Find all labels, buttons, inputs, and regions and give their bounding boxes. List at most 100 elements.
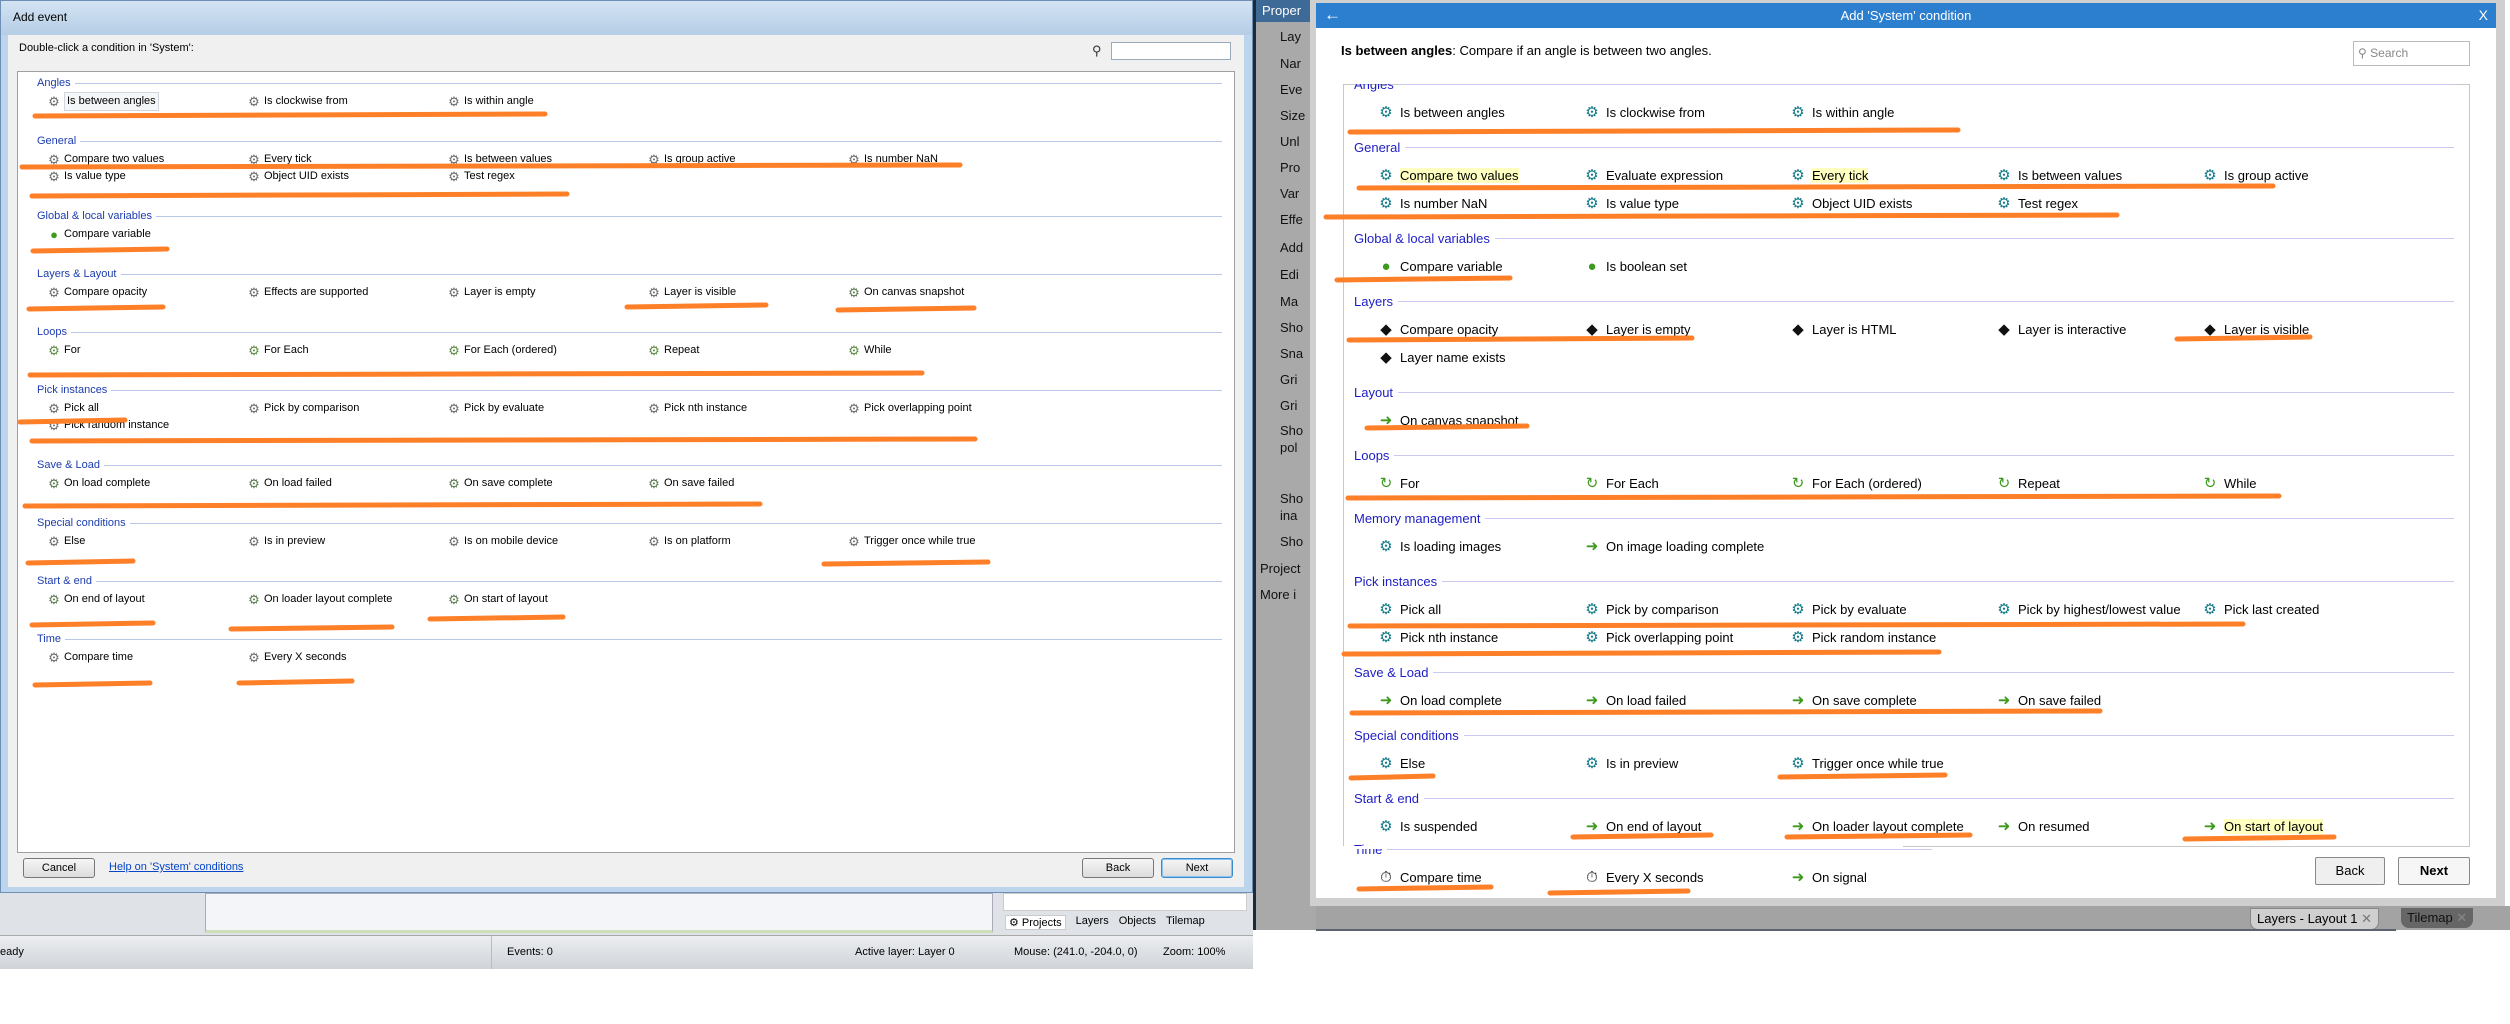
condition-item[interactable]: ➜ On resumed <box>1996 812 2202 840</box>
condition-item[interactable]: ➜ On loader layout complete <box>1790 812 1996 840</box>
condition-item[interactable]: ⚙ Is suspended <box>1378 812 1584 840</box>
condition-item[interactable]: ⚙ Is between angles <box>47 92 247 111</box>
condition-item[interactable]: ↻ Repeat <box>1996 469 2202 497</box>
condition-item[interactable]: ⚙ Test regex <box>1996 189 2202 217</box>
condition-item[interactable]: ⚙ Compare two values <box>1378 161 1584 189</box>
condition-item[interactable]: ⚙ Pick random instance <box>1790 623 1996 651</box>
condition-item[interactable]: ➜ On signal <box>1790 863 1996 891</box>
condition-item[interactable]: ⚙ Pick all <box>1378 595 1584 623</box>
condition-item[interactable]: ● Is boolean set <box>1584 252 1790 280</box>
condition-item[interactable]: ⚙ Pick by comparison <box>1584 595 1790 623</box>
condition-item[interactable]: ⏱ Every X seconds <box>1584 863 1790 891</box>
condition-item[interactable]: ◆ Layer is empty <box>1584 315 1790 343</box>
close-icon[interactable]: X <box>2479 7 2488 23</box>
condition-item[interactable]: ◆ Layer name exists <box>1378 343 1584 371</box>
back-button[interactable]: Back <box>2315 857 2385 885</box>
condition-item[interactable]: ◆ Compare opacity <box>1378 315 1584 343</box>
condition-item[interactable]: ⚙ Is value type <box>47 168 247 185</box>
condition-item[interactable]: ⚙ Pick last created <box>2202 595 2408 623</box>
condition-item[interactable]: ⚙ Trigger once while true <box>847 533 1047 550</box>
condition-item[interactable]: ⚙ Every tick <box>1790 161 1996 189</box>
condition-item[interactable]: ⚙ Pick overlapping point <box>847 400 1047 417</box>
condition-item[interactable]: ↻ For Each (ordered) <box>1790 469 1996 497</box>
condition-item[interactable]: ↻ For <box>1378 469 1584 497</box>
condition-item[interactable]: ⚙ Compare opacity <box>47 284 247 301</box>
condition-item[interactable]: ◆ Layer is HTML <box>1790 315 1996 343</box>
condition-item[interactable]: ⚙ Compare time <box>47 649 247 666</box>
condition-item[interactable]: ⚙ Pick all <box>47 400 247 417</box>
condition-item[interactable]: ⚙ Is group active <box>647 151 847 168</box>
tab-layers-layout[interactable]: Layers - Layout 1 ✕ <box>2250 908 2379 930</box>
condition-item[interactable]: ⚙ Else <box>1378 749 1584 777</box>
condition-item[interactable]: ⚙ Pick nth instance <box>647 400 847 417</box>
condition-item[interactable]: ➜ On save failed <box>1996 686 2202 714</box>
condition-item[interactable]: ➜ On start of layout <box>2202 812 2408 840</box>
condition-item[interactable]: ⚙ Compare two values <box>47 151 247 168</box>
condition-item[interactable]: ↻ While <box>2202 469 2408 497</box>
condition-item[interactable]: ⚙ Is clockwise from <box>1584 98 1790 126</box>
condition-item[interactable]: ⚙ Is within angle <box>1790 98 1996 126</box>
condition-item[interactable]: ● Compare variable <box>1378 252 1584 280</box>
condition-item[interactable]: ⚙ On save complete <box>447 475 647 492</box>
condition-item[interactable]: ◆ Layer is visible <box>2202 315 2408 343</box>
tab-objects[interactable]: Objects <box>1119 915 1156 930</box>
cancel-button[interactable]: Cancel <box>23 858 95 878</box>
next-button[interactable]: Next <box>1161 858 1233 878</box>
back-button[interactable]: Back <box>1082 858 1154 878</box>
condition-item[interactable]: ⚙ Else <box>47 533 247 550</box>
condition-item[interactable]: ➜ On image loading complete <box>1584 532 1790 560</box>
condition-item[interactable]: ↻ For Each <box>1584 469 1790 497</box>
condition-item[interactable]: ⚙ On load complete <box>47 475 247 492</box>
condition-item[interactable]: ➜ On end of layout <box>1584 812 1790 840</box>
condition-item[interactable]: ⚙ Is number NaN <box>1378 189 1584 217</box>
tab-tilemap[interactable]: Tilemap ✕ <box>2401 908 2474 928</box>
tab-layers[interactable]: Layers <box>1076 915 1109 930</box>
condition-item[interactable]: ➜ On load complete <box>1378 686 1584 714</box>
condition-item[interactable]: ⚙ Object UID exists <box>247 168 447 185</box>
condition-item[interactable]: ◆ Layer is interactive <box>1996 315 2202 343</box>
condition-item[interactable]: ⚙ Effects are supported <box>247 284 447 301</box>
condition-item[interactable]: ⚙ On start of layout <box>447 591 647 608</box>
condition-item[interactable]: ⚙ For Each (ordered) <box>447 342 647 359</box>
condition-item[interactable]: ⚙ While <box>847 342 1047 359</box>
condition-item[interactable]: ⚙ Evaluate expression <box>1584 161 1790 189</box>
condition-item[interactable]: ⚙ Is on platform <box>647 533 847 550</box>
condition-item[interactable]: ➜ On save complete <box>1790 686 1996 714</box>
condition-item[interactable]: ⚙ Layer is empty <box>447 284 647 301</box>
condition-item[interactable]: ⚙ Pick by comparison <box>247 400 447 417</box>
scrollbar[interactable]: ▲ ▼ <box>2482 85 2496 846</box>
condition-item[interactable]: ⚙ Is in preview <box>247 533 447 550</box>
next-button[interactable]: Next <box>2398 857 2470 885</box>
search-input[interactable]: ⚲ Search <box>2353 41 2470 66</box>
condition-item[interactable]: ⚙ On end of layout <box>47 591 247 608</box>
condition-item[interactable]: ⚙ Every tick <box>247 151 447 168</box>
condition-item[interactable]: ⚙ On save failed <box>647 475 847 492</box>
condition-item[interactable]: ⚙ On loader layout complete <box>247 591 447 608</box>
condition-item[interactable]: ⚙ Pick by highest/lowest value <box>1996 595 2202 623</box>
condition-item[interactable]: ⚙ Test regex <box>447 168 647 185</box>
condition-item[interactable]: ⚙ Is loading images <box>1378 532 1584 560</box>
scroll-down-icon[interactable]: ▼ <box>2485 831 2493 840</box>
condition-item[interactable]: ⚙ Is in preview <box>1584 749 1790 777</box>
condition-item[interactable]: ➜ On load failed <box>1584 686 1790 714</box>
tab-tilemap[interactable]: Tilemap <box>1166 915 1205 930</box>
condition-item[interactable]: ⚙ On canvas snapshot <box>847 284 1047 301</box>
condition-item[interactable]: ⚙ Every X seconds <box>247 649 447 666</box>
condition-item[interactable]: ⚙ Is value type <box>1584 189 1790 217</box>
condition-item[interactable]: ⚙ Layer is visible <box>647 284 847 301</box>
condition-item[interactable]: ⚙ Trigger once while true <box>1790 749 1996 777</box>
condition-item[interactable]: ● Compare variable <box>47 226 247 243</box>
search-input[interactable] <box>1111 42 1231 60</box>
condition-item[interactable]: ⚙ Pick by evaluate <box>1790 595 1996 623</box>
condition-item[interactable]: ⚙ Is between values <box>1996 161 2202 189</box>
condition-item[interactable]: ⚙ Is between angles <box>1378 98 1584 126</box>
condition-item[interactable]: ⚙ Pick by evaluate <box>447 400 647 417</box>
condition-item[interactable]: ⚙ Pick overlapping point <box>1584 623 1790 651</box>
condition-item[interactable]: ⚙ Is on mobile device <box>447 533 647 550</box>
scroll-up-icon[interactable]: ▲ <box>2485 91 2493 100</box>
condition-item[interactable]: ⚙ Pick nth instance <box>1378 623 1584 651</box>
condition-item[interactable]: ⚙ Is number NaN <box>847 151 1047 168</box>
scrollbar-thumb[interactable] <box>2485 113 2494 708</box>
condition-item[interactable]: ➜ On canvas snapshot <box>1378 406 1584 434</box>
condition-item[interactable]: ⚙ Is group active <box>2202 161 2408 189</box>
